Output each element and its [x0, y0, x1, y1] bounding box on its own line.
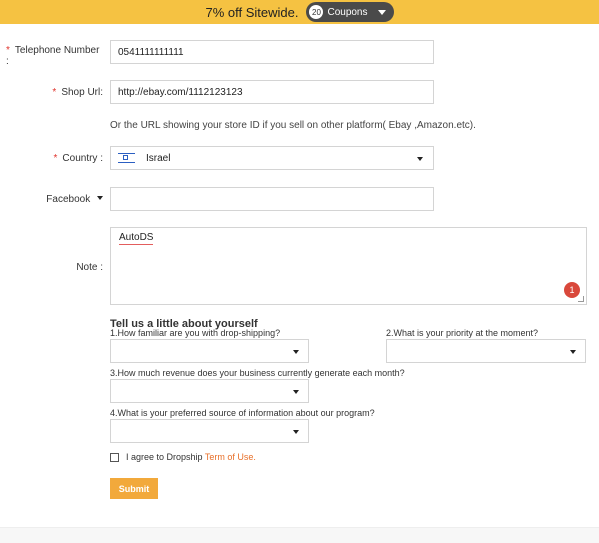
telephone-input[interactable]: 0541111111111: [110, 40, 434, 64]
resize-handle-icon[interactable]: [578, 296, 584, 302]
shop-url-input[interactable]: http://ebay.com/1112123123: [110, 80, 434, 104]
chevron-down-icon: [97, 196, 103, 200]
chevron-down-icon: [570, 350, 576, 354]
question-1-select[interactable]: [110, 339, 309, 363]
submit-button[interactable]: Submit: [110, 478, 158, 499]
social-type-select[interactable]: Facebook: [30, 194, 103, 205]
facebook-input[interactable]: [110, 187, 434, 211]
note-textarea[interactable]: AutoDS 1: [110, 227, 587, 305]
promo-bar: 7% off Sitewide. 20 Coupons: [0, 0, 599, 24]
chevron-down-icon: [293, 350, 299, 354]
required-marker: *: [53, 153, 58, 164]
question-1: 1.How familiar are you with drop-shippin…: [110, 328, 281, 338]
coupon-count-badge: 20: [309, 5, 324, 19]
terms-link[interactable]: Term of Use.: [205, 452, 256, 462]
question-4-select[interactable]: [110, 419, 309, 443]
question-2-select[interactable]: [386, 339, 586, 363]
chevron-down-icon: [377, 9, 386, 15]
agree-label: I agree to Dropship Term of Use.: [126, 452, 256, 462]
country-select[interactable]: Israel: [110, 146, 434, 170]
israel-flag-icon: [118, 153, 135, 163]
country-label: * Country :: [53, 153, 103, 164]
footer-divider: [0, 527, 599, 543]
chevron-down-icon: [293, 390, 299, 394]
required-marker: *: [52, 87, 57, 98]
required-marker: *: [6, 45, 10, 56]
note-text: AutoDS: [119, 232, 154, 245]
coupons-dropdown[interactable]: 20 Coupons: [306, 2, 394, 22]
shop-url-label: * Shop Url:: [52, 87, 103, 98]
question-2: 2.What is your priority at the moment?: [386, 328, 539, 338]
question-4: 4.What is your preferred source of infor…: [110, 408, 375, 418]
promo-text: 7% off Sitewide.: [205, 4, 299, 20]
agree-checkbox[interactable]: [110, 453, 119, 462]
question-3-select[interactable]: [110, 379, 309, 403]
chevron-down-icon: [293, 430, 299, 434]
coupons-label: Coupons: [327, 6, 368, 18]
note-label: Note :: [76, 262, 103, 273]
chevron-down-icon: [417, 157, 423, 161]
question-3: 3.How much revenue does your business cu…: [110, 368, 405, 378]
shop-url-hint: Or the URL showing your store ID if you …: [110, 120, 476, 131]
telephone-label: * Telephone Number :: [6, 45, 100, 67]
